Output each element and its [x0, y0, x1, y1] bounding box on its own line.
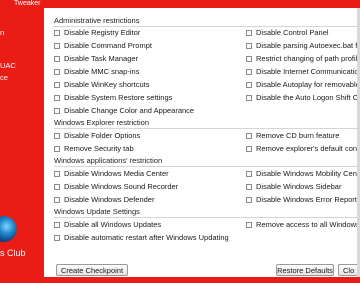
checkbox[interactable]: [54, 108, 60, 114]
checkbox-label: Disable Internet Communication: [256, 67, 360, 76]
checkbox[interactable]: [54, 95, 60, 101]
checkbox[interactable]: [246, 171, 252, 177]
checkbox[interactable]: [246, 82, 252, 88]
checkbox[interactable]: [246, 184, 252, 190]
window-title: Tweaker: [14, 0, 41, 7]
sidebar: n UAC ce s Club: [0, 8, 44, 277]
checkbox-label: Disable Windows Sidebar: [256, 182, 342, 191]
section-admin-restrictions: Administrative restrictions: [54, 16, 360, 27]
section-explorer-restriction: Windows Explorer restriction: [54, 118, 360, 129]
checkbox-label: Disable parsing Autoexec.bat file: [256, 41, 360, 50]
checkbox-label: Disable WinKey shortcuts: [64, 80, 150, 89]
checkbox[interactable]: [246, 43, 252, 49]
checkbox[interactable]: [246, 69, 252, 75]
checkbox[interactable]: [246, 146, 252, 152]
checkbox-label: Disable Windows Media Center: [64, 169, 169, 178]
checkbox-label: Disable the Auto Logon Shift Overri: [256, 93, 360, 102]
checkbox-label: Disable Windows Mobility Center: [256, 169, 360, 178]
create-checkpoint-button[interactable]: Create Checkpoint: [56, 264, 128, 276]
checkbox-label: Disable Control Panel: [256, 28, 329, 37]
checkbox[interactable]: [246, 197, 252, 203]
sidebar-item-1[interactable]: n: [0, 28, 4, 37]
bottom-frame: [0, 277, 360, 283]
checkbox[interactable]: [54, 171, 60, 177]
checkbox-label: Disable Windows Sound Recorder: [64, 182, 179, 191]
checkbox-label: Disable Task Manager: [64, 54, 139, 63]
section-title: Administrative restrictions: [54, 16, 360, 27]
section-applications-restriction: Windows applications' restriction: [54, 156, 360, 167]
sidebar-item-uac[interactable]: UAC: [0, 61, 16, 70]
sidebar-item-3[interactable]: ce: [0, 73, 8, 82]
restore-defaults-button[interactable]: Restore Defaults: [276, 264, 334, 276]
section-title: Windows Explorer restriction: [54, 118, 360, 129]
checkbox-label: Disable Folder Options: [64, 131, 141, 140]
globe-logo-icon: [0, 216, 17, 242]
checkbox[interactable]: [246, 95, 252, 101]
checkbox-label: Remove CD burn feature: [256, 131, 340, 140]
checkbox-label: Disable MMC snap-ins: [64, 67, 140, 76]
checkbox[interactable]: [54, 197, 60, 203]
checkbox[interactable]: [246, 222, 252, 228]
checkbox[interactable]: [246, 133, 252, 139]
section-title: Windows Update Settings: [54, 207, 360, 218]
club-label: s Club: [0, 248, 26, 258]
checkbox[interactable]: [54, 30, 60, 36]
checkbox-label: Disable System Restore settings: [64, 93, 173, 102]
checkbox-label: Remove explorer's default context m: [256, 144, 360, 153]
checkbox[interactable]: [54, 82, 60, 88]
main-panel: Administrative restrictions Disable Regi…: [44, 8, 360, 277]
checkbox[interactable]: [54, 43, 60, 49]
checkbox-label: Disable Change Color and Appearance: [64, 106, 195, 115]
checkbox-label: Disable Registry Editor: [64, 28, 141, 37]
checkbox[interactable]: [54, 133, 60, 139]
section-title: Windows applications' restriction: [54, 156, 360, 167]
checkbox[interactable]: [54, 146, 60, 152]
checkbox-label: Remove Security tab: [64, 144, 134, 153]
section-windows-update: Windows Update Settings: [54, 207, 360, 218]
title-bar: Tweaker: [0, 0, 360, 8]
checkbox[interactable]: [54, 184, 60, 190]
checkbox-label: Remove access to all Windows Upd: [256, 220, 360, 229]
checkbox[interactable]: [246, 56, 252, 62]
checkbox-label: Disable all Windows Updates: [64, 220, 162, 229]
checkbox-label: Disable automatic restart after Windows …: [64, 233, 229, 242]
checkbox[interactable]: [54, 56, 60, 62]
checkbox-label: Disable Command Prompt: [64, 41, 152, 50]
checkbox-label: Disable Windows Defender: [64, 195, 155, 204]
checkbox[interactable]: [246, 30, 252, 36]
checkbox-label: Disable Autoplay for removable dev: [256, 80, 360, 89]
checkbox[interactable]: [54, 69, 60, 75]
checkbox-label: Restrict changing of path profile fol: [256, 54, 360, 63]
checkbox[interactable]: [54, 235, 60, 241]
button-bar: Create Checkpoint Restore Defaults Clo: [44, 262, 360, 277]
checkbox-label: Disable Windows Error Reporting: [256, 195, 360, 204]
checkbox[interactable]: [54, 222, 60, 228]
